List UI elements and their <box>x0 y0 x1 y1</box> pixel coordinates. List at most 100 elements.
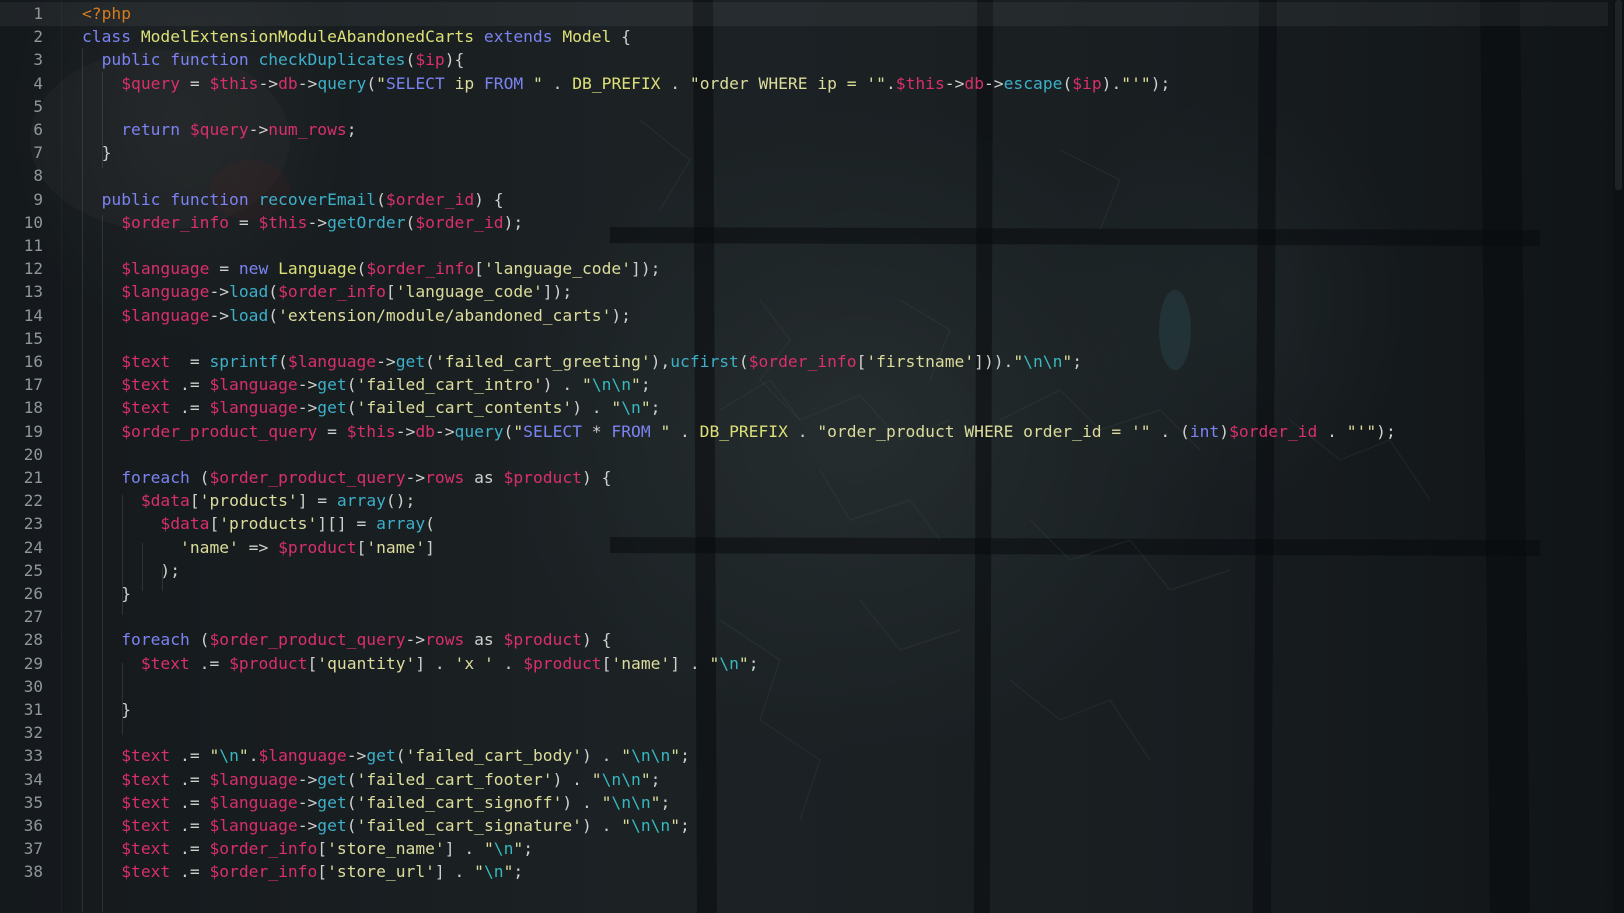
line-number: 4 <box>33 73 43 93</box>
code-line[interactable]: ); <box>82 559 180 583</box>
line-number: 7 <box>33 143 43 163</box>
code-token: ; <box>660 792 671 812</box>
line-number: 20 <box>23 444 43 464</box>
code-line[interactable]: $text .= "\n".$language->get('failed_car… <box>82 744 690 768</box>
code-token: ; <box>680 816 690 835</box>
code-line[interactable]: $data['products'][] = array( <box>82 512 435 536</box>
code-line[interactable]: $order_info = $this->getOrder($order_id)… <box>82 211 523 235</box>
code-token: ; <box>1072 352 1083 371</box>
code-line[interactable]: $text .= $language->get('failed_cart_sig… <box>82 814 690 838</box>
code-line[interactable]: class ModelExtensionModuleAbandonedCarts… <box>82 25 631 49</box>
code-line[interactable]: $text .= $language->get('failed_cart_foo… <box>82 768 660 792</box>
line-number: 1 <box>33 4 43 23</box>
code-line[interactable]: $language->load($order_info['language_co… <box>82 280 572 304</box>
code-token: " <box>523 73 543 93</box>
code-line[interactable]: $text = sprintf($language->get('failed_c… <box>82 350 1082 374</box>
code-token: .= <box>189 653 230 673</box>
code-line[interactable]: public function checkDuplicates($ip){ <box>82 48 465 72</box>
current-line-highlight <box>0 2 1608 26</box>
code-token: rows <box>425 468 465 487</box>
code-token: "order WHERE ip = '" <box>689 73 886 93</box>
code-token: \n <box>219 746 239 766</box>
code-line[interactable]: } <box>82 582 131 606</box>
code-token: ][] = <box>317 514 377 534</box>
code-line[interactable]: foreach ($order_product_query->rows as $… <box>82 466 611 490</box>
code-line[interactable]: } <box>82 698 131 722</box>
code-token: ] <box>425 537 435 557</box>
code-token: $text <box>140 653 190 673</box>
code-token: get <box>317 398 347 418</box>
code-token: $product <box>278 537 357 557</box>
scrollbar-thumb[interactable] <box>1615 0 1622 190</box>
code-line[interactable]: } <box>82 141 112 165</box>
code-line[interactable]: $text .= $language->get('failed_cart_con… <box>82 396 660 420</box>
code-token: " <box>1013 352 1024 371</box>
code-token: [ <box>385 282 396 302</box>
code-token: $this <box>258 212 308 232</box>
code-token: recoverEmail <box>258 189 377 209</box>
code-token: $language <box>209 816 298 835</box>
code-line[interactable]: return $query->num_rows; <box>82 118 356 142</box>
code-token: [ <box>474 259 484 279</box>
code-token: Language <box>278 259 357 279</box>
code-token: <?php <box>82 4 132 23</box>
code-token: " <box>621 816 632 835</box>
code-token: ( <box>356 259 367 279</box>
code-token: . <box>542 73 573 93</box>
code-token: ( <box>189 468 210 487</box>
code-token: $language <box>209 769 298 789</box>
indent-guide <box>122 495 123 615</box>
code-token: ; <box>650 398 661 418</box>
code-token: ( <box>268 282 279 302</box>
code-line[interactable]: $query = $this->db->query("SELECT ip FRO… <box>82 72 1170 96</box>
code-line[interactable]: $language->load('extension/module/abando… <box>82 304 631 328</box>
code-editor[interactable]: 1 2 3 4 5 6 7 8 9 10 11 12 13 14 15 16 17 18 19 20 21 22 23 24 2… <box>0 0 1624 913</box>
code-token: $text <box>121 862 171 882</box>
code-line[interactable]: $text .= $order_info['store_url'] . "\n"… <box>82 860 523 884</box>
line-number: 16 <box>23 352 43 371</box>
code-token: " <box>631 375 641 395</box>
code-token: 'name' <box>366 537 426 557</box>
code-line[interactable]: foreach ($order_product_query->rows as $… <box>82 628 611 652</box>
code-line[interactable]: public function recoverEmail($order_id) … <box>82 188 504 212</box>
code-line[interactable]: $data['products'] = array(); <box>82 489 416 513</box>
line-number: 27 <box>23 607 43 627</box>
code-line[interactable]: $language = new Language($order_info['la… <box>82 257 660 281</box>
code-token: -> <box>297 792 318 812</box>
code-line[interactable]: $text .= $order_info['store_name'] . "\n… <box>82 837 533 861</box>
code-line[interactable]: <?php <box>82 2 131 26</box>
code-token: ( <box>346 792 357 812</box>
code-line[interactable]: $order_product_query = $this->db->query(… <box>82 420 1396 444</box>
line-number: 37 <box>23 839 43 859</box>
code-line[interactable]: 'name' => $product['name'] <box>82 536 435 560</box>
code-token: . <box>660 73 690 93</box>
code-token: num_rows <box>268 120 347 139</box>
line-number: 18 <box>23 398 43 418</box>
code-token: . <box>670 421 700 441</box>
code-token: public function <box>101 189 259 209</box>
code-token: 'products' <box>219 514 318 534</box>
code-token: = <box>229 212 259 232</box>
line-number: 9 <box>33 189 43 209</box>
code-token: query <box>454 421 504 441</box>
code-token: [ <box>209 514 220 534</box>
line-number: 13 <box>23 282 43 302</box>
code-token: 'name' <box>611 653 671 673</box>
code-token: ( <box>395 746 406 766</box>
gutter-divider <box>61 0 62 913</box>
code-token: -> <box>297 769 318 789</box>
code-token: -> <box>395 421 416 441</box>
line-number: 28 <box>23 630 43 650</box>
code-token: -> <box>984 73 1004 93</box>
code-token: query <box>317 73 367 93</box>
code-line[interactable]: $text .= $product['quantity'] . 'x ' . $… <box>82 652 759 676</box>
code-token: ])). <box>974 352 1014 371</box>
line-number: 26 <box>23 584 43 603</box>
code-line[interactable]: $text .= $language->get('failed_cart_sig… <box>82 791 670 815</box>
code-token: $order_id <box>415 212 504 232</box>
code-token: ( <box>405 50 416 70</box>
code-line[interactable]: $text .= $language->get('failed_cart_int… <box>82 373 650 397</box>
code-token: " <box>621 746 632 766</box>
code-token: ); <box>611 305 631 325</box>
line-number: 32 <box>23 723 43 743</box>
